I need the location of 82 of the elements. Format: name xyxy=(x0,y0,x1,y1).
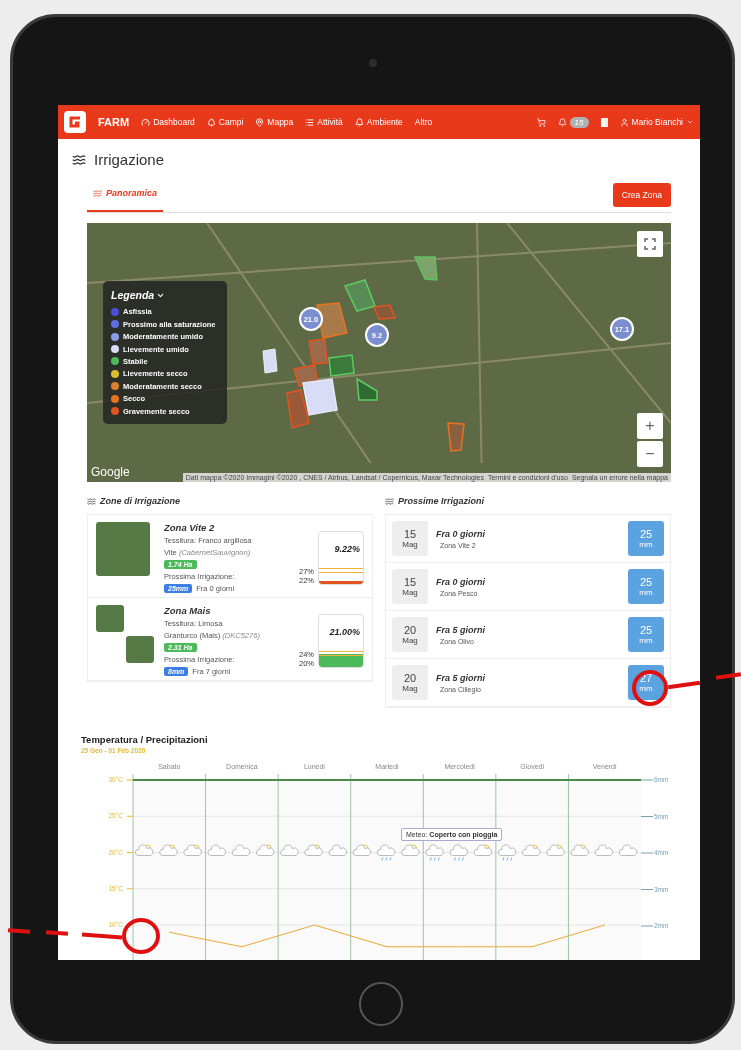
fullscreen-icon xyxy=(644,238,656,250)
section-title: Prossime Irrigazioni xyxy=(385,496,671,506)
page-title: Irrigazione xyxy=(94,151,165,168)
annotation-dash xyxy=(81,932,123,940)
legend-toggle[interactable]: Legenda xyxy=(111,289,219,301)
sun-cloud-icon xyxy=(183,844,202,856)
cloud-icon xyxy=(618,844,638,856)
zoom-in-button[interactable]: + xyxy=(637,413,663,439)
irrigation-time: Fra 5 giorni xyxy=(436,672,486,683)
nav-link[interactable]: Attività xyxy=(305,117,343,127)
photo-placeholder xyxy=(126,636,154,663)
cloud-icon xyxy=(280,844,299,856)
date-badge: 20 Mag xyxy=(392,665,428,700)
logo-icon xyxy=(64,111,86,133)
nav-link[interactable]: Altro xyxy=(414,117,433,127)
waves-icon xyxy=(385,496,394,506)
caret-icon xyxy=(686,118,694,126)
zone-name[interactable]: Zona Vite 2 xyxy=(164,522,289,533)
cloud-icon xyxy=(328,844,347,856)
date-badge: 15 Mag xyxy=(392,521,428,556)
annotation-circle xyxy=(632,670,668,706)
zoom-out-button[interactable]: − xyxy=(637,441,663,467)
cart-icon[interactable] xyxy=(536,117,546,127)
moisture-value: 9.22% xyxy=(334,544,360,554)
irrigation-time: Fra 0 giorni xyxy=(436,528,486,539)
user-icon xyxy=(619,117,629,127)
sun-cloud-icon xyxy=(522,844,541,856)
nav-link[interactable]: Campi xyxy=(206,117,244,127)
waves-icon xyxy=(93,188,102,198)
sun-cloud-icon xyxy=(304,844,323,856)
section-title: Zone di Irrigazione xyxy=(87,496,373,506)
annotation-dash xyxy=(45,930,69,936)
sun-cloud-icon xyxy=(352,844,372,856)
amount-badge: 25 mm xyxy=(628,569,664,604)
sun-cloud-icon xyxy=(546,844,565,856)
fullscreen-button[interactable] xyxy=(637,231,663,257)
gauge-icon xyxy=(141,117,151,127)
sun-cloud-icon xyxy=(401,844,420,856)
amount-badge: 25 mm xyxy=(628,617,664,652)
zone-name[interactable]: Zona Mais xyxy=(164,605,289,616)
date-badge: 15 Mag xyxy=(392,569,428,604)
rain-cloud-icon xyxy=(425,844,444,861)
moisture-value: 21.00% xyxy=(329,627,360,637)
photo-placeholder xyxy=(96,522,150,576)
irrigation-time: Fra 5 giorni xyxy=(436,624,486,635)
rain-cloud-icon xyxy=(497,844,517,861)
bell-icon xyxy=(354,117,364,127)
rain-cloud-icon xyxy=(376,844,396,861)
cloud-icon xyxy=(231,844,251,856)
annotation-dash xyxy=(7,928,31,934)
nav-link[interactable]: Dashboard xyxy=(141,117,195,127)
waves-icon xyxy=(72,152,86,167)
list-icon xyxy=(305,117,315,127)
map-logo: Google xyxy=(91,465,130,479)
tree-icon xyxy=(206,117,216,127)
chart-title: Temperatura / Precipitazioni xyxy=(81,734,209,745)
rain-cloud-icon xyxy=(449,844,468,861)
nav-link[interactable]: Mappa xyxy=(255,117,294,127)
tab[interactable]: Panoramica xyxy=(87,182,164,212)
cloud-icon xyxy=(207,844,226,856)
date-badge: 20 Mag xyxy=(392,617,428,652)
create-zone-button[interactable]: Crea Zona xyxy=(612,183,671,207)
flag-icon[interactable] xyxy=(600,117,608,127)
sun-cloud-icon xyxy=(473,844,493,856)
amount-badge: 25 mm xyxy=(628,521,664,556)
map-pin-icon xyxy=(255,117,265,127)
home-button[interactable] xyxy=(359,982,403,1026)
irrigation-time: Fra 0 giorni xyxy=(436,576,486,587)
nav-link[interactable]: Ambiente xyxy=(354,117,403,127)
bell-icon xyxy=(557,117,567,127)
annotation-circle xyxy=(122,918,160,954)
sun-cloud-icon xyxy=(159,844,178,856)
user-menu[interactable]: Mario Bianchi xyxy=(619,117,694,127)
sun-cloud-icon xyxy=(256,844,275,856)
sun-cloud-icon xyxy=(135,844,154,856)
cloud-icon xyxy=(594,844,614,856)
annotation-dash xyxy=(715,672,741,680)
sun-cloud-icon xyxy=(570,844,589,856)
photo-placeholder xyxy=(96,605,124,632)
brand-name: FARM xyxy=(98,116,130,128)
waves-icon xyxy=(87,496,96,506)
camera-dot xyxy=(368,59,377,67)
